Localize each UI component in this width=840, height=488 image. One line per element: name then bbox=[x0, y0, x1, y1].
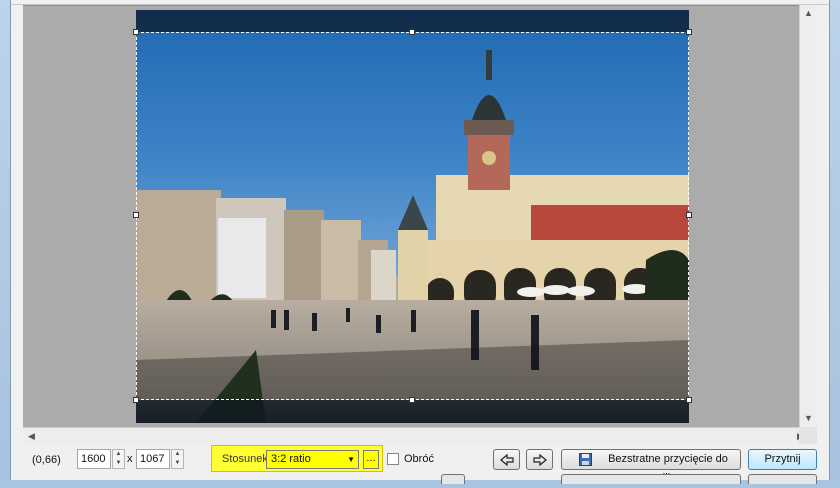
arrow-right-icon bbox=[532, 453, 547, 467]
scroll-corner bbox=[799, 427, 817, 444]
crop-selection[interactable] bbox=[136, 32, 689, 400]
ratio-label: Stosunek: bbox=[222, 453, 271, 465]
size-separator: x bbox=[127, 453, 133, 465]
chevron-up-icon[interactable]: ▲ bbox=[172, 450, 183, 459]
ratio-dropdown[interactable]: 3:2 ratio ▼ bbox=[266, 450, 359, 469]
lossless-crop-button[interactable]: Bezstratne przycięcie do pliku bbox=[561, 449, 741, 484]
crop-handle-top[interactable] bbox=[409, 29, 415, 35]
floppy-disk-icon bbox=[579, 453, 592, 466]
bottom-toolbar: (0,66) 1600 ▲ ▼ x 1067 ▲ ▼ Stosunek: 3:2… bbox=[11, 444, 817, 484]
chevron-up-icon[interactable]: ▲ bbox=[800, 5, 817, 22]
ratio-highlight: Stosunek: 3:2 ratio ▼ ... bbox=[211, 445, 383, 472]
crop-handle-bottom-right[interactable] bbox=[686, 397, 692, 403]
ratio-more-button[interactable]: ... bbox=[363, 450, 379, 469]
chevron-left-icon[interactable]: ◀ bbox=[23, 428, 40, 445]
crop-dialog: ▲ ▼ ◀ ▶ (0,66) 1600 ▲ ▼ x 1067 ▲ ▼ Stosu… bbox=[10, 0, 830, 484]
width-stepper[interactable]: ▲ ▼ bbox=[112, 449, 125, 469]
crop-handle-top-right[interactable] bbox=[686, 29, 692, 35]
chevron-down-icon: ▼ bbox=[347, 455, 355, 464]
horizontal-scrollbar[interactable]: ◀ ▶ bbox=[23, 427, 809, 445]
width-input[interactable]: 1600 bbox=[77, 449, 111, 469]
hidden-button[interactable] bbox=[561, 474, 741, 484]
outside-crop-bottom bbox=[136, 400, 689, 423]
crop-handle-bottom[interactable] bbox=[409, 397, 415, 403]
chevron-up-icon[interactable]: ▲ bbox=[113, 450, 124, 459]
crop-handle-top-left[interactable] bbox=[133, 29, 139, 35]
previous-button[interactable] bbox=[493, 449, 520, 470]
crop-handle-right[interactable] bbox=[686, 212, 692, 218]
rotate-checkbox[interactable] bbox=[387, 453, 399, 465]
height-stepper[interactable]: ▲ ▼ bbox=[171, 449, 184, 469]
next-button[interactable] bbox=[526, 449, 553, 470]
cursor-coordinates: (0,66) bbox=[32, 454, 61, 466]
ratio-value: 3:2 ratio bbox=[271, 453, 311, 465]
vertical-scrollbar[interactable]: ▲ ▼ bbox=[799, 5, 817, 427]
height-input[interactable]: 1067 bbox=[136, 449, 170, 469]
arrow-left-icon bbox=[499, 453, 514, 467]
rotate-label: Obróć bbox=[404, 453, 434, 465]
chevron-down-icon[interactable]: ▼ bbox=[113, 459, 124, 468]
crop-button[interactable]: Przytnij bbox=[748, 449, 817, 470]
crop-handle-left[interactable] bbox=[133, 212, 139, 218]
chevron-down-icon[interactable]: ▼ bbox=[172, 459, 183, 468]
crop-handle-bottom-left[interactable] bbox=[133, 397, 139, 403]
hidden-button[interactable] bbox=[748, 474, 817, 484]
chevron-down-icon[interactable]: ▼ bbox=[800, 410, 817, 427]
hidden-button[interactable] bbox=[441, 474, 465, 484]
